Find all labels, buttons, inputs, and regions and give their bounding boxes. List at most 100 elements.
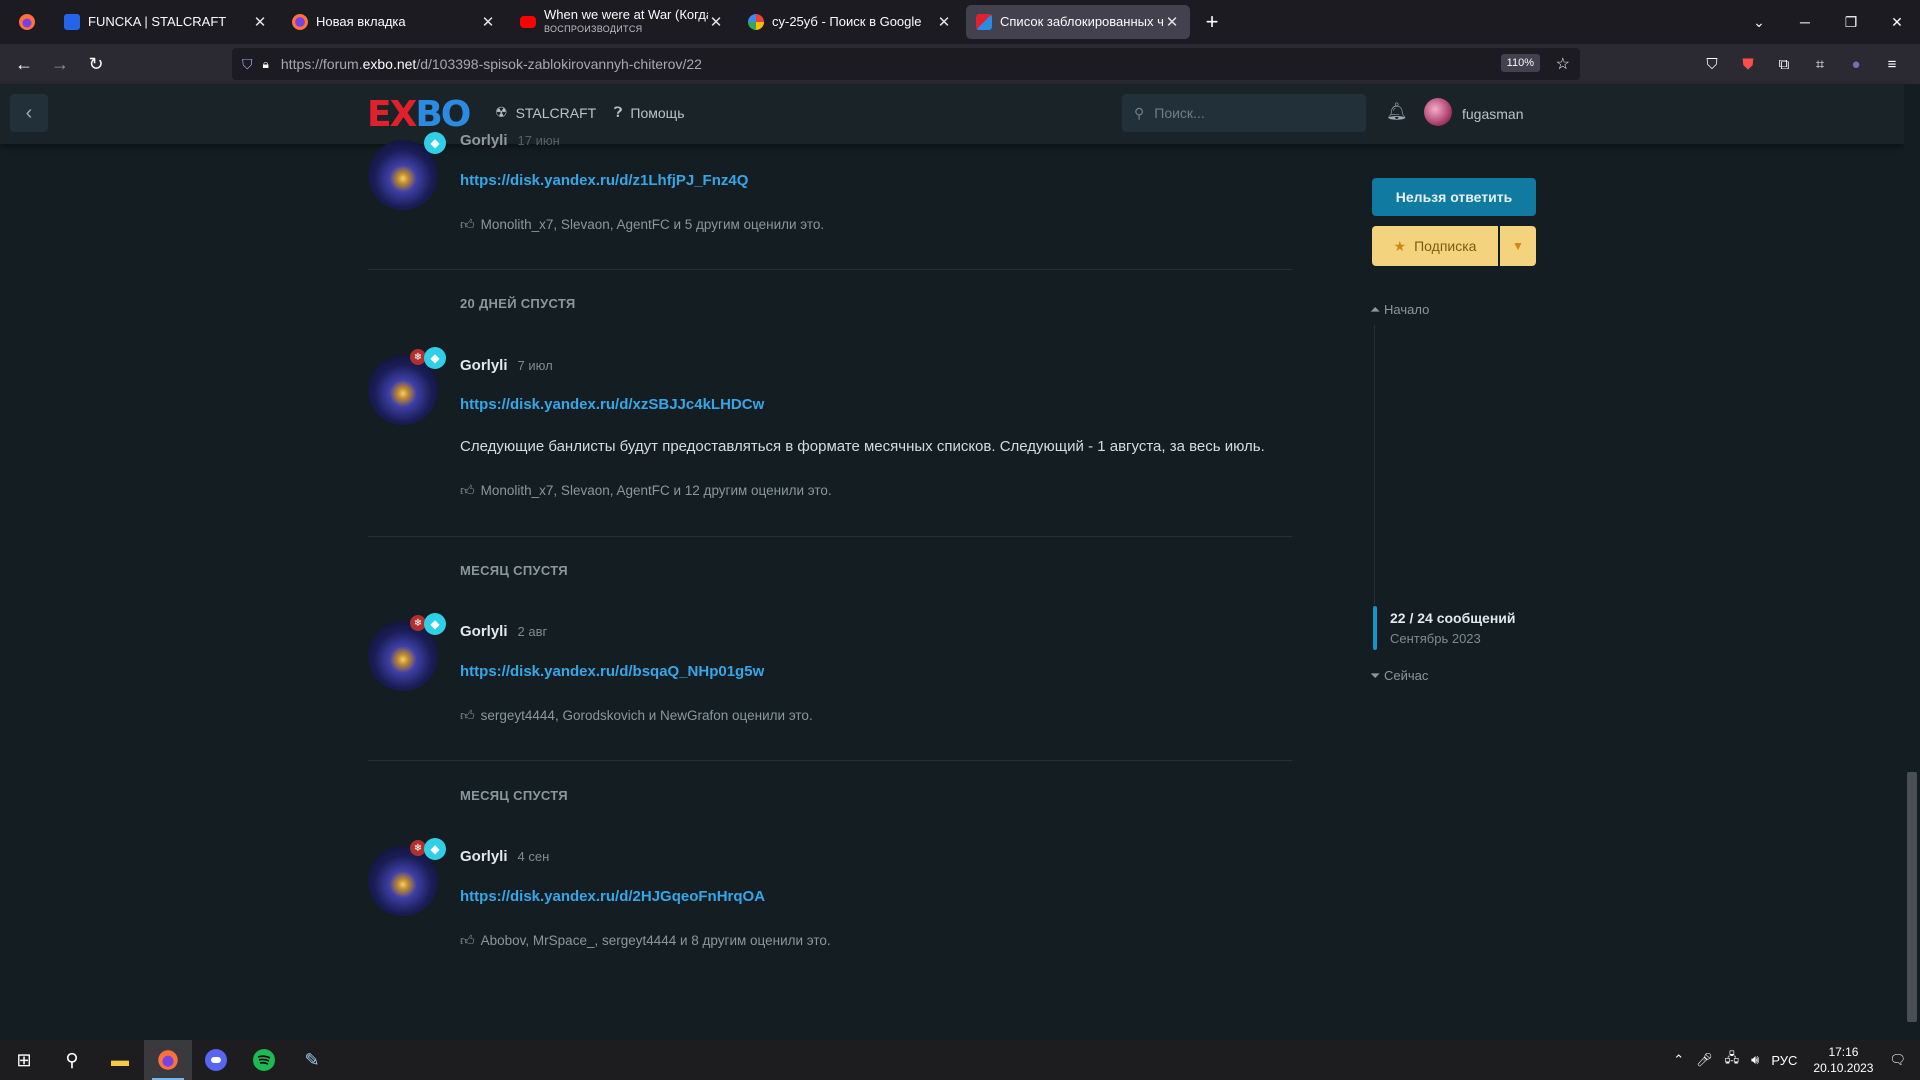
tray-chevron-up-icon[interactable]: ⌃	[1673, 1052, 1684, 1068]
author-avatar[interactable]: ❄ ◆	[368, 838, 446, 916]
file-explorer-icon[interactable]: ▬	[96, 1040, 144, 1080]
post-divider	[368, 269, 1292, 270]
scrollbar-thumb[interactable]	[1907, 772, 1917, 1022]
restore-icon[interactable]: ❐	[1828, 14, 1874, 31]
account-icon[interactable]: ●	[1838, 48, 1874, 80]
funcka-favicon-icon	[64, 14, 80, 30]
post-link[interactable]: https://disk.yandex.ru/d/xzSBJJc4kLHDCw	[460, 396, 764, 413]
author-avatar[interactable]: ◆	[368, 132, 446, 210]
back-chevron-button[interactable]: ‹	[10, 94, 48, 132]
tab-close-icon[interactable]: ✕	[480, 13, 496, 31]
thumbs-up-icon: 👍︎	[460, 482, 475, 498]
pocket-icon[interactable]: ⛉	[1694, 48, 1730, 80]
post-date[interactable]: 2 авг	[518, 624, 548, 639]
scrubber-track[interactable]	[1374, 325, 1375, 605]
tab-close-icon[interactable]: ✕	[708, 13, 724, 31]
discord-icon[interactable]	[192, 1040, 240, 1080]
taskbar-clock[interactable]: 17:16 20.10.2023	[1813, 1044, 1873, 1076]
zoom-level-badge[interactable]: 110%	[1500, 54, 1540, 72]
language-indicator[interactable]: РУС	[1771, 1053, 1797, 1068]
youtube-favicon-icon	[520, 16, 536, 28]
forward-arrow-icon[interactable]: →	[42, 48, 78, 80]
bookmark-star-icon[interactable]: ☆	[1556, 54, 1570, 74]
post-divider	[368, 536, 1292, 537]
extensions-icon[interactable]: ⧉	[1766, 48, 1802, 80]
new-tab-plus-icon[interactable]: +	[1194, 9, 1230, 35]
browser-tab-google[interactable]: су-25уб - Поиск в Google ✕	[738, 5, 962, 39]
user-avatar[interactable]	[1424, 98, 1452, 126]
post-link[interactable]: https://disk.yandex.ru/d/bsqaQ_NHp01g5w	[460, 663, 764, 680]
post-item: ◆ Gorlyli 17 июн https://disk.yandex.ru/d…	[368, 132, 1292, 270]
author-avatar[interactable]: ❄ ◆	[368, 613, 446, 691]
post-date[interactable]: 4 сен	[518, 849, 550, 864]
diamond-badge-icon: ◆	[424, 838, 446, 860]
thumbs-up-icon: 👍︎	[460, 707, 475, 723]
search-placeholder: Поиск...	[1154, 105, 1205, 121]
lock-icon[interactable]: 🔒︎	[263, 57, 269, 72]
firefox-menu-icon[interactable]	[0, 13, 54, 31]
thumbs-up-icon: 👍︎	[460, 932, 475, 948]
post-author[interactable]: Gorlyli 7 июл	[460, 357, 553, 374]
browser-toolbar: ← → ↻ ⛉ 🔒︎ https://forum.exbo.net/d/1033…	[0, 44, 1920, 84]
post-likes: 👍︎ Monolith_x7, Slevaon, AgentFC и 12 дру…	[460, 482, 832, 498]
browser-tab-forum[interactable]: Список заблокированных чит ✕	[966, 5, 1190, 39]
browser-tab-strip: FUNCKA | STALCRAFT ✕ Новая вкладка ✕ Whe…	[0, 0, 1920, 44]
firefox-favicon-icon	[292, 14, 308, 30]
exbo-logo[interactable]: EXBO	[367, 97, 471, 133]
scrubber-now-link[interactable]: ⏷ Сейчас	[1370, 668, 1428, 684]
scrubber-start-link[interactable]: ⏶ Начало	[1370, 302, 1429, 318]
notifications-icon[interactable]: 🗨︎	[1889, 1052, 1906, 1068]
browser-tab-new[interactable]: Новая вкладка ✕	[282, 5, 506, 39]
tab-close-icon[interactable]: ✕	[936, 13, 952, 31]
hamburger-menu-icon[interactable]: ≡	[1874, 48, 1910, 80]
cannot-reply-button[interactable]: Нельзя ответить	[1372, 178, 1536, 216]
nav-stalcraft-link[interactable]: ☢ STALCRAFT	[495, 104, 596, 121]
post-author[interactable]: Gorlyli 17 июн	[460, 132, 560, 149]
diamond-badge-icon: ◆	[424, 613, 446, 635]
url-bar[interactable]: ⛉ 🔒︎ https://forum.exbo.net/d/103398-spi…	[232, 48, 1580, 80]
search-icon[interactable]: ⚲	[48, 1040, 96, 1080]
forum-header: ‹ EXBO ☢ STALCRAFT ❓︎ Помощь ⚲ Поиск... 🔔︎ …	[0, 84, 1904, 144]
time-gap-label: МЕСЯЦ СПУСТЯ	[460, 788, 568, 803]
nav-help-link[interactable]: ❓︎ Помощь	[614, 104, 685, 121]
close-window-icon[interactable]: ✕	[1874, 14, 1920, 31]
tab-list-chevron-icon[interactable]: ⌄	[1736, 14, 1782, 31]
post-date[interactable]: 7 июл	[518, 358, 553, 373]
network-icon[interactable]: 🖧︎	[1725, 1049, 1740, 1071]
post-link[interactable]: https://disk.yandex.ru/d/z1LhfjPJ_Fnz4Q	[460, 172, 748, 189]
post-author[interactable]: Gorlyli 4 сен	[460, 848, 549, 865]
crop-icon[interactable]: ⌗	[1802, 48, 1838, 80]
tab-close-icon[interactable]: ✕	[252, 13, 268, 31]
windows-start-icon[interactable]: ⊞	[0, 1040, 48, 1080]
subscribe-dropdown-button[interactable]: ▼	[1500, 226, 1536, 266]
username-label[interactable]: fugasman	[1462, 106, 1523, 122]
browser-tab-youtube[interactable]: When we were at War (Когда м ВОСПРОИЗВОДИ…	[510, 5, 734, 39]
author-avatar[interactable]: ❄ ◆	[368, 347, 446, 425]
microphone-icon[interactable]: 🎤︎	[1696, 1052, 1713, 1068]
star-icon: ★	[1393, 237, 1407, 254]
spotify-icon[interactable]	[240, 1040, 288, 1080]
minimize-icon[interactable]: ─	[1782, 14, 1828, 30]
post-author[interactable]: Gorlyli 2 авг	[460, 623, 547, 640]
page-scrollbar[interactable]	[1904, 84, 1920, 1040]
diamond-badge-icon: ◆	[424, 347, 446, 369]
shield-icon[interactable]: ⛉	[242, 56, 253, 73]
tab-title: Новая вкладка	[316, 15, 406, 29]
windows-taskbar: ⊞ ⚲ ▬ ✎ ⌃ 🎤︎ 🖧︎ 🔊︎ РУС 17:16 20.10.2023 🗨…	[0, 1040, 1920, 1080]
tab-close-icon[interactable]: ✕	[1164, 13, 1180, 31]
firefox-taskbar-icon[interactable]	[144, 1040, 192, 1080]
scrubber-handle[interactable]	[1373, 606, 1377, 650]
back-arrow-icon[interactable]: ←	[6, 48, 42, 80]
paint-app-icon[interactable]: ✎	[288, 1040, 336, 1080]
subscribe-button[interactable]: ★ Подписка	[1372, 226, 1498, 266]
post-likes: 👍︎ sergeyt4444, Gorodskovich и NewGrafon …	[460, 707, 813, 723]
volume-icon[interactable]: 🔊︎	[1751, 1052, 1759, 1068]
browser-tab-funcka[interactable]: FUNCKA | STALCRAFT ✕	[54, 5, 278, 39]
ublock-icon[interactable]: ⛊	[1730, 48, 1766, 80]
post-divider	[368, 760, 1292, 761]
notifications-bell-icon[interactable]: 🔔︎	[1386, 102, 1408, 122]
reload-icon[interactable]: ↻	[78, 48, 114, 80]
post-date[interactable]: 17 июн	[518, 133, 560, 148]
post-link[interactable]: https://disk.yandex.ru/d/2HJGqeoFnHrqOA	[460, 888, 765, 905]
search-input[interactable]: ⚲ Поиск...	[1122, 94, 1366, 132]
